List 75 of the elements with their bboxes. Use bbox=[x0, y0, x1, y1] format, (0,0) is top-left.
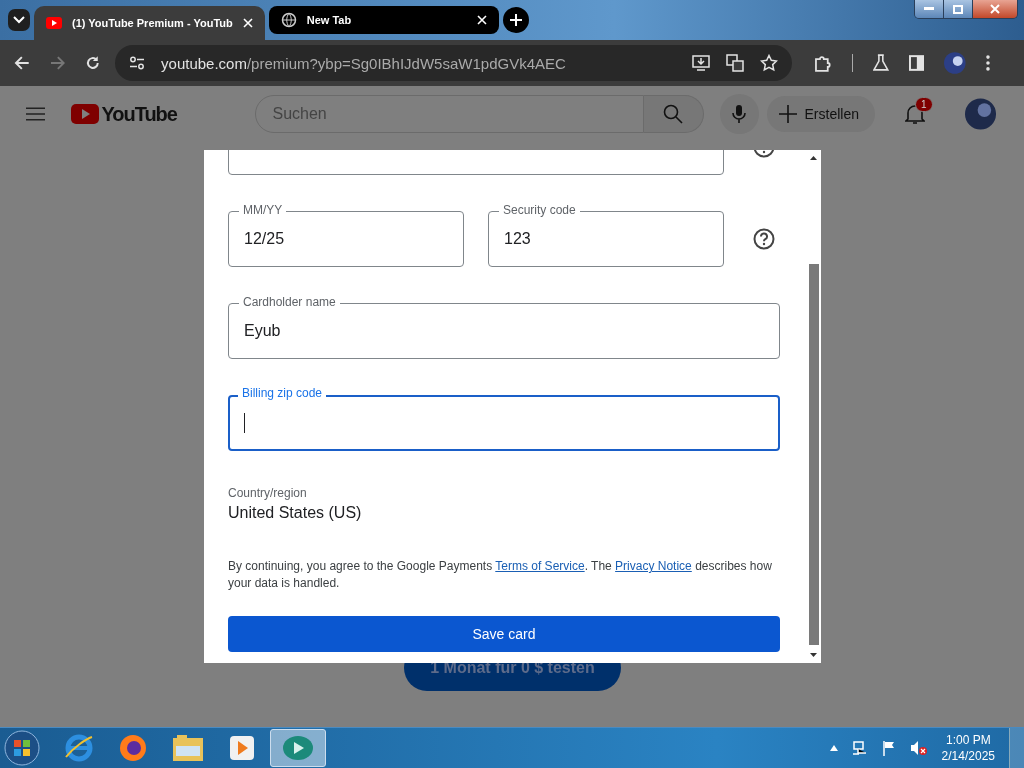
close-window-button[interactable] bbox=[973, 0, 1017, 18]
url-text: youtube.com/premium?ybp=Sg0IBhIJdW5saW1pdGVk4AEC bbox=[161, 54, 566, 72]
notification-count: 1 bbox=[915, 97, 933, 112]
side-panel-icon[interactable] bbox=[908, 55, 925, 71]
microphone-icon bbox=[732, 104, 747, 124]
minimize-icon bbox=[924, 7, 934, 11]
field-label: MM/YY bbox=[239, 203, 287, 217]
chat-bubble-icon bbox=[282, 734, 314, 762]
puzzle-icon[interactable] bbox=[814, 54, 833, 72]
terms-notice: By continuing, you agree to the Google Payments Terms of Service. The Privacy Notice describes how your data is handled. bbox=[228, 558, 773, 592]
minimize-button[interactable] bbox=[915, 0, 944, 18]
play-logo-icon bbox=[71, 104, 100, 124]
play-logo-icon bbox=[46, 17, 62, 29]
plus-icon bbox=[509, 14, 522, 26]
tab-title: New Tab bbox=[306, 14, 353, 26]
site-settings-icon bbox=[129, 56, 146, 70]
text-cursor bbox=[244, 413, 245, 433]
scroll-down-icon[interactable] bbox=[810, 653, 817, 657]
create-button[interactable]: Erstellen bbox=[766, 96, 875, 132]
browser-e-icon[interactable] bbox=[64, 733, 94, 763]
terms-link[interactable]: Privacy Notice bbox=[615, 559, 692, 573]
clock-date: 2/14/2025 bbox=[941, 748, 995, 764]
close-icon bbox=[990, 4, 1000, 14]
field-value: Eyub bbox=[244, 322, 281, 340]
field-value: 123 bbox=[504, 230, 531, 248]
clock-time: 1:00 PM bbox=[945, 732, 991, 748]
field-label: Security code bbox=[499, 203, 580, 217]
search-icon bbox=[663, 104, 684, 124]
tab-search-button[interactable] bbox=[8, 9, 30, 31]
country-label: Country/region bbox=[228, 486, 308, 500]
youtube-logo[interactable]: YouTube bbox=[101, 102, 177, 126]
forward-icon[interactable] bbox=[49, 55, 66, 71]
help-icon[interactable] bbox=[753, 228, 775, 250]
start-button[interactable] bbox=[4, 730, 40, 766]
country-value: United States (US) bbox=[228, 504, 363, 522]
window-controls[interactable] bbox=[914, 0, 1018, 19]
plus-icon bbox=[778, 105, 797, 123]
fox-browser-icon[interactable] bbox=[118, 733, 148, 763]
field-value: 12/25 bbox=[244, 230, 285, 248]
terms-link[interactable]: Terms of Service bbox=[495, 559, 585, 573]
taskbar-app-button[interactable] bbox=[270, 729, 326, 767]
folder-icon[interactable] bbox=[172, 734, 204, 762]
tab-title: (1) YouTube Premium - YouTub bbox=[72, 17, 233, 29]
chevron-down-icon bbox=[13, 16, 25, 24]
speaker-muted-icon[interactable] bbox=[909, 740, 928, 756]
media-player-icon[interactable] bbox=[228, 734, 256, 762]
voice-search-button[interactable] bbox=[719, 94, 759, 134]
new-tab-button[interactable] bbox=[502, 7, 529, 33]
close-icon[interactable] bbox=[476, 15, 487, 25]
back-icon[interactable] bbox=[14, 55, 30, 71]
profile-avatar[interactable] bbox=[944, 52, 967, 74]
close-icon[interactable] bbox=[242, 18, 253, 28]
maximize-button[interactable] bbox=[944, 0, 973, 18]
network-icon[interactable] bbox=[851, 740, 868, 756]
flag-icon[interactable] bbox=[881, 740, 896, 756]
browser-tab[interactable]: New Tab bbox=[268, 6, 499, 34]
browser-tab[interactable]: (1) YouTube Premium - YouTub bbox=[34, 6, 265, 40]
tray-arrow-icon[interactable] bbox=[829, 745, 838, 751]
save-card-button[interactable]: Save card bbox=[228, 616, 780, 652]
flask-icon[interactable] bbox=[873, 54, 889, 72]
address-bar[interactable]: youtube.com/premium?ybp=Sg0IBhIJdW5saW1pdGVk4AEC bbox=[115, 45, 793, 81]
globe-icon bbox=[280, 12, 297, 28]
scroll-up-icon[interactable] bbox=[810, 156, 817, 160]
install-app-icon[interactable] bbox=[692, 55, 711, 71]
search-button[interactable] bbox=[643, 95, 704, 133]
menu-icon[interactable] bbox=[26, 106, 46, 122]
profile-avatar[interactable] bbox=[965, 98, 996, 130]
star-icon[interactable] bbox=[760, 54, 779, 72]
reload-icon[interactable] bbox=[85, 55, 102, 71]
field-label: Billing zip code bbox=[238, 386, 327, 400]
field-label: Cardholder name bbox=[239, 295, 340, 309]
clock[interactable]: 1:00 PM 2/14/2025 bbox=[941, 732, 995, 764]
restore-icon bbox=[953, 4, 963, 14]
translate-icon[interactable] bbox=[726, 54, 745, 72]
more-icon[interactable] bbox=[986, 55, 990, 71]
